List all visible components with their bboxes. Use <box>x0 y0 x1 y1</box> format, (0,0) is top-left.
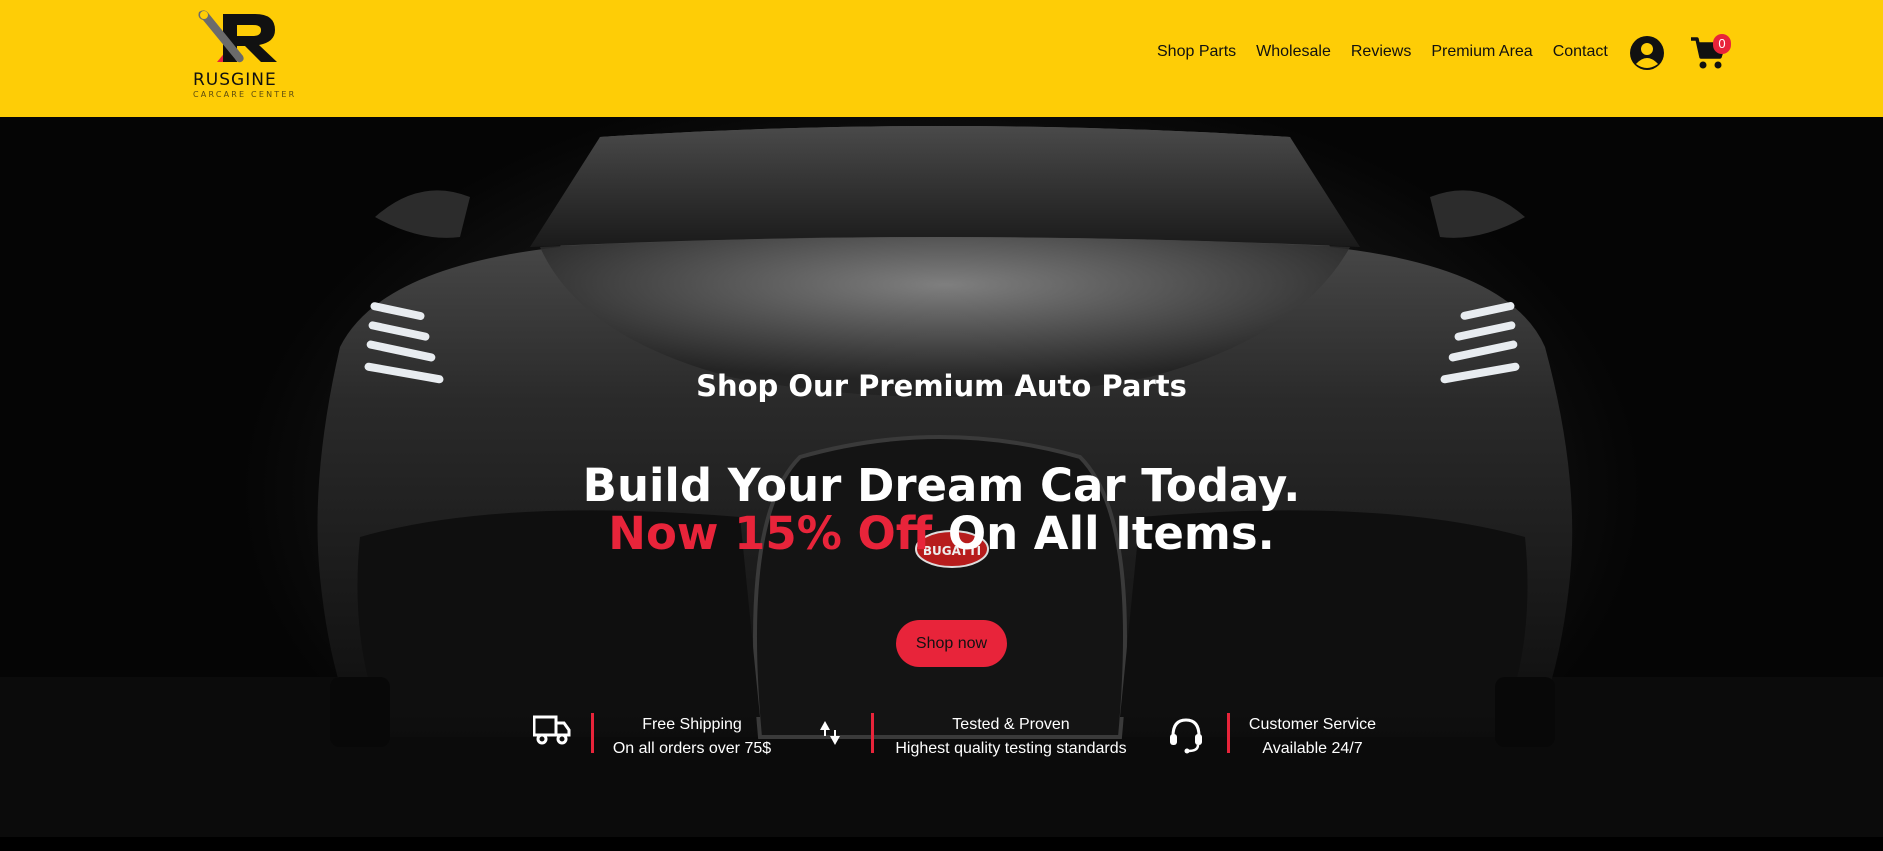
hero-title-line2: On All Items. <box>932 507 1275 560</box>
hero-title: Build Your Dream Car Today. Now 15% Off … <box>0 462 1883 558</box>
main-nav: Shop Parts Wholesale Reviews Premium Are… <box>1157 43 1628 61</box>
feature-subtitle: Highest quality testing standards <box>895 740 1127 757</box>
feature-subtitle: Available 24/7 <box>1262 740 1363 757</box>
feature-subtitle: On all orders over 75$ <box>612 740 772 757</box>
feature-title: Free Shipping <box>642 716 742 733</box>
wrench-r-logo-icon <box>198 10 277 63</box>
nav-item-wholesale[interactable]: Wholesale <box>1256 43 1331 61</box>
brand-logo[interactable]: RUSGINE CARCARE CENTER <box>190 8 300 100</box>
feature-divider <box>1227 713 1230 753</box>
feature-divider <box>591 713 594 753</box>
truck-icon <box>533 715 571 745</box>
nav-item-shop-parts[interactable]: Shop Parts <box>1157 43 1236 61</box>
nav-item-reviews[interactable]: Reviews <box>1351 43 1411 61</box>
sort-arrows-icon <box>820 721 840 745</box>
hero-section: BUGATTI Shop Our Premium Auto Parts Buil… <box>0 117 1883 837</box>
feature-title: Tested & Proven <box>952 716 1070 733</box>
feature-tested-proven: Tested & Proven Highest quality testing … <box>884 713 1138 761</box>
nav-item-premium-area[interactable]: Premium Area <box>1431 43 1532 61</box>
site-header: RUSGINE CARCARE CENTER Shop Parts Wholes… <box>0 0 1883 117</box>
feature-divider <box>871 713 874 753</box>
hero-subtitle: Shop Our Premium Auto Parts <box>696 369 1187 403</box>
cart-count-badge: 0 <box>1713 34 1731 54</box>
brand-tagline: CARCARE CENTER <box>193 90 297 99</box>
headset-icon <box>1170 718 1202 754</box>
feature-customer-service: Customer Service Available 24/7 <box>1240 713 1385 761</box>
feature-free-shipping: Free Shipping On all orders over 75$ <box>602 713 782 761</box>
hero-title-line1: Build Your Dream Car Today. <box>582 459 1301 512</box>
hero-discount-accent: Now 15% Off <box>608 507 933 560</box>
feature-title: Customer Service <box>1248 716 1377 733</box>
shop-now-button[interactable]: Shop now <box>896 620 1007 667</box>
nav-item-contact[interactable]: Contact <box>1553 43 1608 61</box>
page-bottom-strip <box>0 837 1883 851</box>
user-circle-icon[interactable] <box>1630 36 1664 70</box>
brand-name: RUSGINE <box>193 70 277 90</box>
